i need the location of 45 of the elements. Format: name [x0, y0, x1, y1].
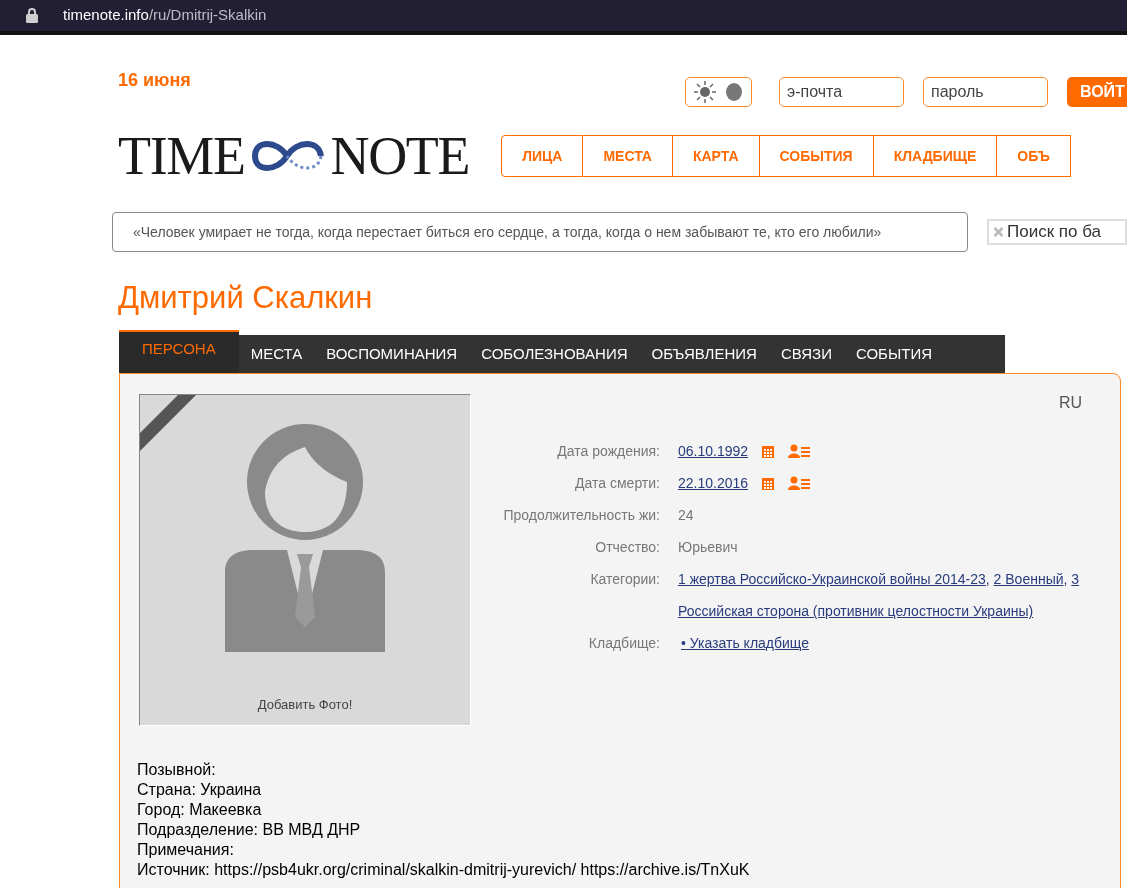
person-tab[interactable]: СОБОЛЕЗНОВАНИЯ — [469, 335, 640, 373]
photo-placeholder[interactable]: Добавить Фото! — [139, 394, 471, 726]
note-line: Примечания: — [137, 840, 235, 860]
add-photo-caption[interactable]: Добавить Фото! — [257, 694, 353, 714]
field-label: Категории: — [589, 570, 661, 589]
note-line: Страна: Украина — [137, 780, 263, 800]
field-value: 24 — [678, 506, 694, 525]
date-link[interactable]: 22.10.2016 — [678, 467, 749, 499]
date-text: 16 июня — [118, 69, 191, 92]
lock-icon — [26, 8, 38, 23]
clear-icon[interactable] — [993, 225, 1004, 239]
calendar-icon[interactable] — [762, 476, 775, 490]
person-list-icon[interactable] — [788, 444, 811, 458]
person-tab[interactable]: СОБЫТИЯ — [843, 335, 944, 373]
quote-text: «Человек умирает не тогда, когда перестает биться его сердце, а тогда, когда о нем забывают те, кто его любили» — [112, 212, 968, 252]
field-label: Продолжительность жи: — [502, 506, 661, 525]
search-field[interactable]: Поиск по ба — [987, 219, 1127, 245]
calendar-icon[interactable] — [762, 444, 775, 458]
field-label: Дата смерти: — [574, 474, 661, 493]
field-label: Дата рождения: — [556, 442, 661, 461]
moon-icon[interactable] — [726, 83, 742, 101]
note-line: Город: Макеевка — [137, 800, 263, 820]
person-name: Дмитрий Скалкин — [118, 279, 374, 317]
note-line: Источник: https://psb4ukr.org/criminal/skalkin-dmitrij-yurevich/ https://archive.is/TnXuK — [137, 860, 751, 880]
person-list-icon[interactable] — [788, 476, 811, 490]
url-text[interactable]: timenote.info/ru/Dmitrij-Skalkin — [63, 4, 267, 27]
password-field[interactable]: пароль — [923, 77, 1048, 107]
note-line: Позывной: — [137, 760, 217, 780]
date-link[interactable]: 06.10.1992 — [678, 435, 749, 467]
person-tab[interactable]: ВОСПОМИНАНИЯ — [314, 335, 470, 373]
site-logo[interactable]: TIME NOTE — [118, 129, 470, 183]
category-links[interactable]: 1 жертва Российско-Украинской войны 2014-23, 2 Военный, 3 Российская сторона (противник целостности Украины) — [678, 563, 1080, 627]
person-tab[interactable]: ОБЪЯВЛЕНИЯ — [639, 335, 769, 373]
sun-icon[interactable] — [694, 81, 716, 103]
language-label[interactable]: RU — [1058, 391, 1082, 415]
field-label: Кладбище: — [587, 634, 661, 653]
cemetery-link[interactable]: • Указать кладбище — [681, 627, 809, 659]
email-field[interactable]: э-почта — [779, 77, 904, 107]
person-tab[interactable]: СВЯЗИ — [768, 335, 844, 373]
note-line: Подразделение: ВВ МВД ДНР — [137, 820, 362, 840]
person-tab[interactable]: ПЕРСОНА — [119, 330, 239, 373]
mourning-ribbon-icon — [140, 395, 196, 451]
person-tab[interactable]: МЕСТА — [238, 335, 315, 373]
field-label: Отчество: — [594, 538, 661, 557]
field-value: Юрьевич — [678, 538, 738, 557]
